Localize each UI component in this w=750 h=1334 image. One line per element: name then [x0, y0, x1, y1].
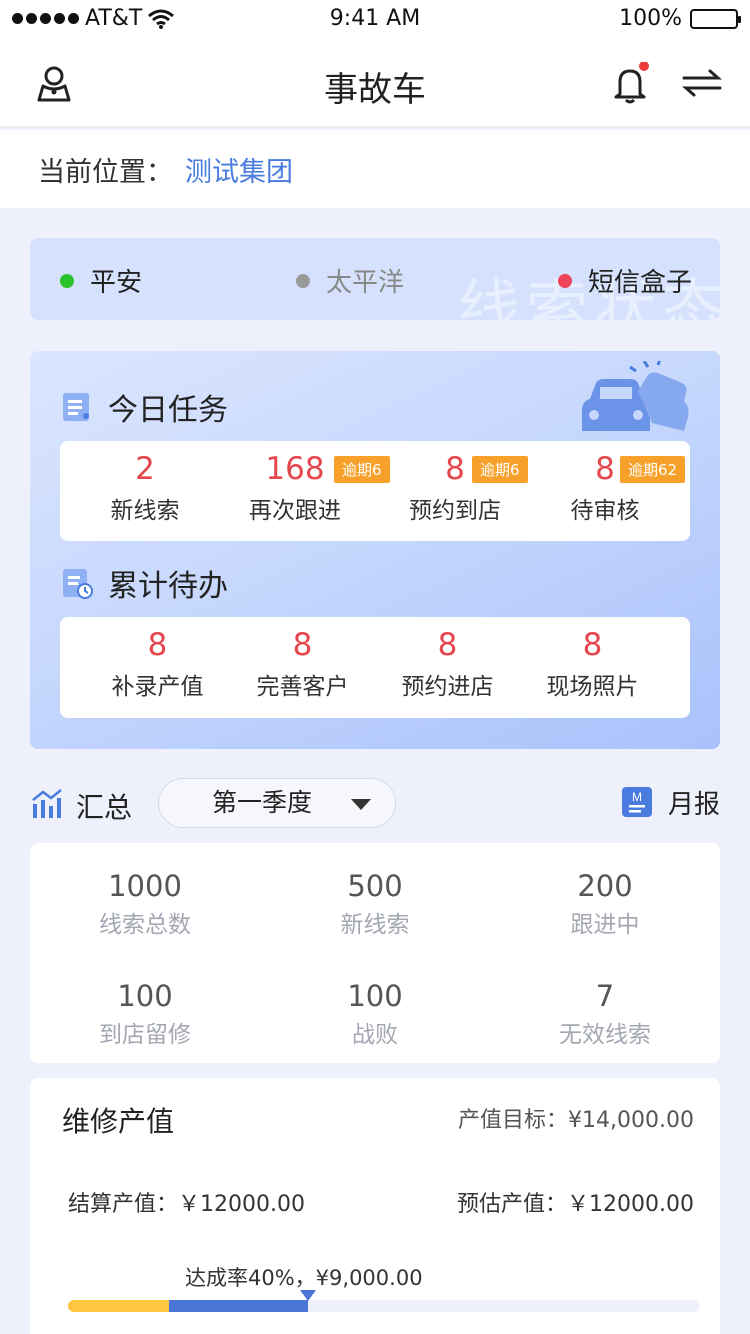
pending-count: 8	[582, 627, 603, 663]
stat-label: 新线索	[340, 912, 410, 938]
stat-following[interactable]: 200 跟进中	[490, 869, 720, 939]
pending-label: 预约进店	[401, 674, 494, 700]
pending-item[interactable]: 8 预约进店	[375, 617, 520, 718]
task-list-icon	[63, 393, 89, 421]
settled-revenue: 结算产值：￥12000.00	[68, 1192, 305, 1217]
switch-icon[interactable]	[680, 62, 724, 106]
status-dot	[296, 273, 310, 288]
status-dot	[558, 273, 572, 288]
channel-filter: 线索状态 平安 太平洋 短信盒子	[30, 238, 720, 320]
monthly-report-button[interactable]: M 月报	[620, 784, 720, 821]
revenue-card: 维修产值 产值目标：¥14,000.00 结算产值：￥12000.00 预估产值…	[30, 1078, 720, 1334]
stat-label: 到店留修	[99, 1022, 191, 1048]
pending-header: 累计待办	[60, 561, 228, 605]
task-label: 预约到店	[409, 498, 501, 524]
channel-item[interactable]: 平安	[60, 262, 142, 299]
stat-value: 200	[577, 869, 633, 903]
stat-value: 1000	[108, 869, 182, 903]
section-title: 累计待办	[108, 569, 228, 604]
caret-down-icon	[351, 799, 371, 810]
report-icon: M	[621, 786, 652, 817]
nav-bar: 事故车	[0, 40, 750, 128]
achievement-rate: 达成率40%，¥9,000.00	[185, 1266, 423, 1290]
task-label: 再次跟进	[249, 498, 341, 524]
period-value: 第一季度	[211, 788, 312, 817]
pending-label: 现场照片	[546, 674, 639, 700]
section-title: 今日任务	[108, 393, 228, 428]
stat-value: 100	[117, 979, 173, 1013]
chart-icon	[32, 789, 62, 818]
task-label: 待审核	[570, 498, 640, 524]
revenue-goal: 产值目标：¥14,000.00	[458, 1108, 694, 1133]
pending-count: 8	[147, 627, 168, 663]
channel-item[interactable]: 太平洋	[296, 262, 404, 299]
pending-count: 8	[437, 627, 458, 663]
channel-label: 平安	[90, 268, 143, 298]
stat-value: 7	[595, 979, 615, 1013]
channel-label: 太平洋	[326, 268, 405, 298]
channel-item[interactable]: 短信盒子	[558, 262, 692, 299]
monthly-label: 月报	[667, 790, 720, 820]
today-tasks-card: 2 新线索 168 再次跟进 逾期6 8 预约到店 逾期6 8 待审核 逾期62	[60, 441, 690, 541]
status-bar: AT&T 9:41 AM 100%	[0, 0, 750, 40]
stat-label: 线索总数	[99, 912, 191, 938]
stat-invalid[interactable]: 7 无效线索	[490, 979, 720, 1049]
pending-item[interactable]: 8 完善客户	[230, 617, 375, 718]
progress-segment-achieved	[169, 1300, 309, 1312]
pending-list-icon	[63, 569, 93, 599]
stat-value: 500	[347, 869, 403, 903]
progress-segment-settled	[68, 1300, 170, 1312]
stat-total-leads[interactable]: 1000 线索总数	[30, 869, 260, 939]
battery-percent: 100%	[619, 6, 682, 31]
task-label: 新线索	[110, 498, 180, 524]
car-accident-icon	[582, 361, 689, 431]
summary-header: 汇总 第一季度 M 月报	[30, 778, 720, 830]
overdue-badge: 逾期62	[620, 456, 686, 483]
stat-label: 战败	[352, 1022, 398, 1048]
today-tasks-header: 今日任务	[60, 385, 228, 429]
notification-dot	[639, 62, 649, 71]
location-bar: 当前位置： 测试集团	[0, 130, 750, 208]
stat-label: 无效线索	[559, 1022, 651, 1048]
stat-label: 跟进中	[570, 912, 640, 938]
stat-lost[interactable]: 100 战败	[260, 979, 490, 1049]
pending-item[interactable]: 8 现场照片	[520, 617, 665, 718]
summary-title: 汇总	[76, 791, 133, 824]
location-label: 当前位置：	[38, 157, 173, 188]
pending-card: 8 补录产值 8 完善客户 8 预约进店 8 现场照片	[60, 617, 690, 718]
summary-stats: 1000 线索总数 500 新线索 200 跟进中 100 到店留修 100 战…	[30, 843, 720, 1063]
task-new-leads[interactable]: 2 新线索	[70, 441, 220, 541]
revenue-title: 维修产值	[62, 1105, 175, 1138]
period-select[interactable]: 第一季度	[158, 778, 396, 828]
pending-label: 补录产值	[111, 674, 204, 700]
status-dot	[60, 273, 74, 288]
bell-icon[interactable]	[610, 62, 654, 106]
tasks-panel: 今日任务 2 新线索 168 再次跟进 逾期6 8 预约到店 逾期6 8 待审核…	[30, 351, 720, 749]
estimated-revenue: 预估产值：￥12000.00	[457, 1192, 694, 1217]
battery-icon	[690, 8, 741, 29]
stat-value: 100	[347, 979, 403, 1013]
stat-retained[interactable]: 100 到店留修	[30, 979, 260, 1049]
progress-marker	[300, 1290, 317, 1301]
pending-count: 8	[292, 627, 313, 663]
progress-bar	[68, 1300, 700, 1312]
channel-label: 短信盒子	[588, 268, 693, 298]
stat-new-leads[interactable]: 500 新线索	[260, 869, 490, 939]
overdue-badge: 逾期6	[472, 456, 528, 483]
task-count: 2	[135, 451, 155, 487]
pending-label: 完善客户	[256, 674, 349, 700]
pending-item[interactable]: 8 补录产值	[85, 617, 230, 718]
report-icon-letter: M	[632, 790, 642, 804]
location-value[interactable]: 测试集团	[185, 157, 293, 188]
